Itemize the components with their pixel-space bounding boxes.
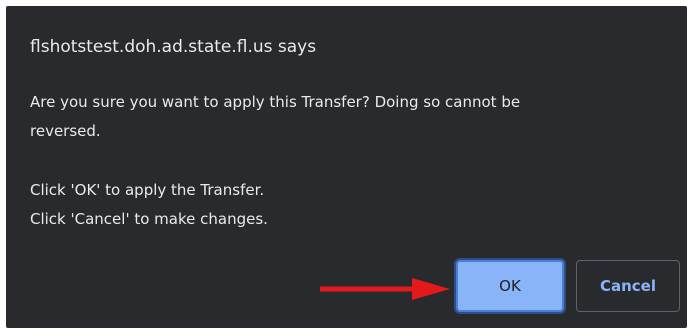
dialog-title: flshotstest.doh.ad.state.fl.us says <box>30 37 317 57</box>
dialog-message: Are you sure you want to apply this Tran… <box>30 88 660 234</box>
message-line: Click 'OK' to apply the Transfer. <box>30 181 265 199</box>
screenshot: flshotstest.doh.ad.state.fl.us says Are … <box>0 0 693 335</box>
red-arrow-right-icon <box>320 278 450 300</box>
message-line: reversed. <box>30 122 101 140</box>
ok-button[interactable]: OK <box>456 260 564 312</box>
cancel-button[interactable]: Cancel <box>576 260 680 312</box>
alert-dialog: flshotstest.doh.ad.state.fl.us says Are … <box>6 6 687 328</box>
message-line: Are you sure you want to apply this Tran… <box>30 93 521 111</box>
message-line: Click 'Cancel' to make changes. <box>30 210 268 228</box>
